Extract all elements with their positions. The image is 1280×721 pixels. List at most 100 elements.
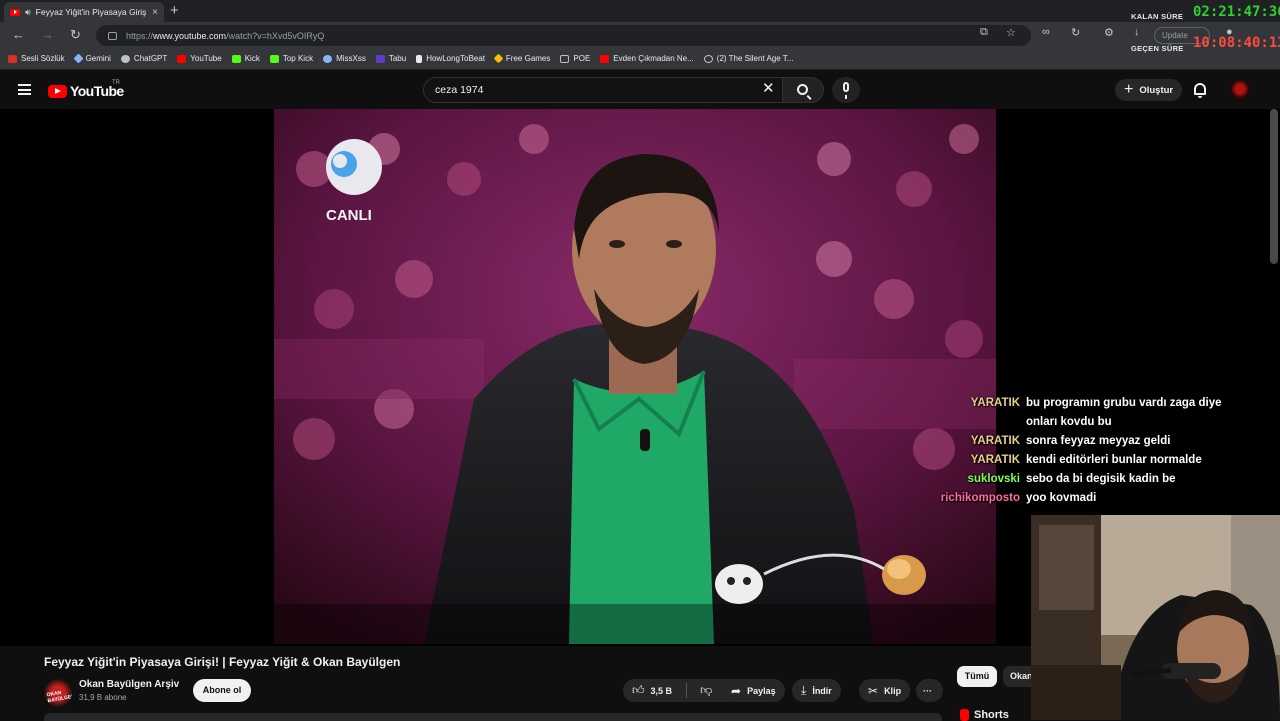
chat-message: YARATIK bu programın grubu vardı zaga di… <box>935 394 1265 432</box>
thumbs-up-icon[interactable]: 👍︎ <box>632 683 645 698</box>
chat-username: richikomposto <box>940 492 1020 504</box>
bookmark-label: POE <box>573 54 591 63</box>
bookmark-item[interactable]: HowLongToBeat <box>416 54 485 63</box>
address-bar[interactable]: https://www.youtube.com/watch?v=hXvd5vOI… <box>96 25 1031 46</box>
bookmark-label: YouTube <box>190 54 222 63</box>
stream-chat-overlay: YARATIK bu programın grubu vardı zaga di… <box>935 394 1265 508</box>
back-arrow-icon[interactable]: ← <box>12 26 25 44</box>
bookmark-item[interactable]: ChatGPT <box>120 54 168 63</box>
share-button[interactable]: ➦ Paylaş <box>722 679 785 702</box>
remaining-time-label-text: KALAN SÜRE <box>1131 12 1184 21</box>
share-arrow-icon: ➦ <box>731 683 742 698</box>
channel-avatar-text: OKAN BAYÜLGEN <box>46 689 72 705</box>
bookmark-item[interactable]: YouTube <box>177 54 222 63</box>
bookmarks-bar: Sesli Sözlük Gemini ChatGPT YouTube Kick… <box>0 48 1280 70</box>
extension-icon[interactable]: ∞ <box>1042 26 1050 38</box>
scissors-icon: ✂ <box>868 683 879 698</box>
youtube-logo[interactable]: YouTube TR <box>48 80 124 99</box>
extensions-puzzle-icon[interactable]: ⚙ <box>1104 26 1114 39</box>
bookmark-item[interactable]: Top Kick <box>269 54 313 63</box>
bookmark-item[interactable]: Kick <box>231 54 260 63</box>
bookmark-star-icon[interactable]: ☆ <box>1006 26 1016 39</box>
clip-button[interactable]: ✂ Klip <box>859 679 911 702</box>
bookmark-label: Gemini <box>85 54 111 63</box>
folder-icon <box>560 54 570 63</box>
notifications-bell-icon[interactable] <box>1194 83 1206 98</box>
create-label: Oluştur <box>1139 84 1174 96</box>
bookmark-label: Free Games <box>505 54 551 63</box>
tab-title: Feyyaz Yiğit'in Piyasaya Giriş <box>35 7 147 17</box>
browser-toolbar: ← → ↻ https://www.youtube.com/watch?v=hX… <box>0 22 1280 48</box>
browser-tab[interactable]: 🔊︎ Feyyaz Yiğit'in Piyasaya Giriş × <box>4 2 164 22</box>
webcam-image <box>1031 515 1280 720</box>
bookmark-favicon-icon <box>73 53 84 64</box>
bookmark-favicon-icon <box>323 54 333 63</box>
chat-message: suklovski sebo da bi degisik kadin be <box>935 470 1265 489</box>
bookmark-label: Sesli Sözlük <box>21 54 65 63</box>
url-domain: www.youtube.com <box>153 30 227 41</box>
bookmark-label: MissXss <box>336 54 366 63</box>
new-tab-button[interactable]: + <box>170 2 179 20</box>
bookmark-favicon-icon <box>269 54 279 63</box>
bookmark-label: Kick <box>244 54 260 63</box>
bookmark-item[interactable]: Tabu <box>375 54 406 63</box>
bookmark-folder[interactable]: POE <box>560 54 590 63</box>
bookmark-item[interactable]: Gemini <box>73 53 111 64</box>
page-scrollbar-thumb[interactable] <box>1270 109 1278 264</box>
clip-label: Klip <box>884 685 902 696</box>
url-path: /watch?v=hXvd5vOIRyQ <box>226 30 325 41</box>
video-title: Feyyaz Yiğit'in Piyasaya Girişi! | Feyya… <box>44 655 401 669</box>
youtube-favicon-icon <box>10 8 20 16</box>
chat-message: YARATIK sonra feyyaz meyyaz geldi <box>935 432 1265 451</box>
youtube-masthead: YouTube TR ceza 1974 ✕ + Oluştur <box>0 71 1280 109</box>
bookmark-item[interactable]: Sesli Sözlük <box>8 54 65 63</box>
more-actions-button[interactable]: ··· <box>916 679 943 702</box>
download-button[interactable]: ⤓ İndir <box>792 679 841 702</box>
chat-text: sonra feyyaz meyyaz geldi <box>1026 435 1171 447</box>
chat-username: suklovski <box>967 473 1020 485</box>
site-info-icon[interactable] <box>108 31 117 40</box>
like-count[interactable]: 3,5 B <box>651 686 673 696</box>
tab-close-icon[interactable]: × <box>152 7 158 18</box>
search-input[interactable]: ceza 1974 <box>423 77 783 103</box>
bookmark-item[interactable]: MissXss <box>323 54 366 63</box>
remaining-time-label: KALAN SÜRE <box>1131 6 1183 24</box>
install-app-icon[interactable]: ⧉ <box>980 26 988 39</box>
chat-text: bu programın grubu vardı zaga diye onlar… <box>1026 397 1222 428</box>
video-scene-image: CANLI <box>274 109 996 644</box>
channel-name[interactable]: Okan Bayülgen Arşiv <box>79 679 179 690</box>
video-frame[interactable]: CANLI <box>274 109 996 644</box>
reload-icon[interactable]: ↻ <box>70 26 81 44</box>
chat-text: yoo kovmadi <box>1026 492 1097 504</box>
hamburger-menu-icon[interactable] <box>18 84 31 95</box>
account-avatar[interactable] <box>1230 80 1250 100</box>
bookmark-item[interactable]: Free Games <box>493 53 551 64</box>
thumbs-down-icon[interactable]: 👎︎ <box>700 683 712 698</box>
microphone-icon <box>843 82 849 99</box>
channel-d-logo <box>326 139 382 195</box>
search-button[interactable] <box>782 77 824 103</box>
share-label: Paylaş <box>747 685 776 696</box>
clear-search-icon[interactable]: ✕ <box>762 80 775 98</box>
bookmark-label: ChatGPT <box>133 54 168 63</box>
audio-playing-icon[interactable]: 🔊︎ <box>25 7 31 18</box>
bookmark-item[interactable]: Evden Çıkmadan Ne... <box>600 54 694 63</box>
search-query-text: ceza 1974 <box>435 84 484 96</box>
download-label: İndir <box>812 685 832 696</box>
channel-avatar[interactable]: OKAN BAYÜLGEN <box>44 679 72 707</box>
bookmark-item[interactable]: (2) The Silent Age T... <box>703 54 793 63</box>
browser-tab-strip: 🔊︎ Feyyaz Yiğit'in Piyasaya Giriş × + <box>0 0 1280 22</box>
forward-arrow-icon[interactable]: → <box>41 26 54 44</box>
download-icon[interactable]: ↓ <box>1134 26 1140 38</box>
shorts-label: Shorts <box>974 709 1009 721</box>
chat-username: YARATIK <box>970 397 1020 409</box>
subscriber-count: 31,9 B abone <box>79 693 127 702</box>
sync-icon[interactable]: ↻ <box>1071 26 1080 39</box>
chat-username: YARATIK <box>970 435 1020 447</box>
create-button[interactable]: + Oluştur <box>1115 79 1182 101</box>
subscribe-button[interactable]: Abone ol <box>193 679 251 702</box>
voice-search-button[interactable] <box>832 77 860 103</box>
bookmark-favicon-icon <box>600 54 610 63</box>
chip-all[interactable]: Tümü <box>957 666 997 687</box>
bookmark-favicon-icon <box>231 54 241 63</box>
